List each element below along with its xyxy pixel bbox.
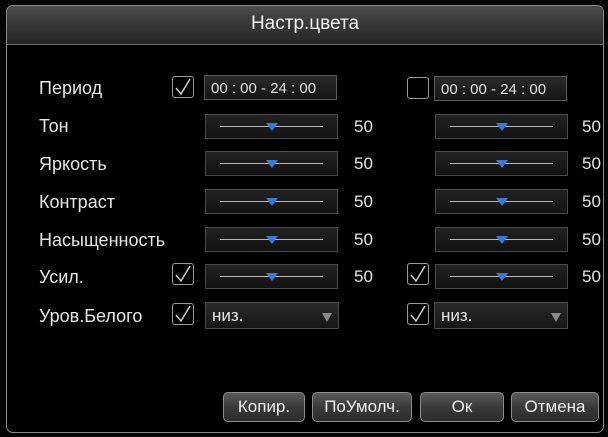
white-level-label: Уров.Белого xyxy=(39,306,143,326)
white-level-ch1-selected: низ. xyxy=(212,306,244,325)
copy-button[interactable]: Копир. xyxy=(223,392,305,422)
cancel-button[interactable]: Отмена xyxy=(511,392,599,422)
brightness-ch1-slider[interactable] xyxy=(205,151,338,176)
gain-ch2-slider[interactable] xyxy=(435,264,568,289)
brightness-label: Яркость xyxy=(39,154,107,174)
saturation-label: Насыщенность xyxy=(39,230,166,250)
dialog-frame: Настр.цвета xyxy=(6,5,604,433)
gain-ch1-checkbox[interactable] xyxy=(172,263,194,285)
contrast-ch1-value: 50 xyxy=(354,192,373,211)
tone-ch2-value: 50 xyxy=(582,117,601,136)
color-settings-dialog: Настр.цвета Период 00 : 00 - 24 : 00 00 … xyxy=(0,0,608,437)
saturation-ch1-slider[interactable] xyxy=(205,227,338,252)
brightness-ch1-value: 50 xyxy=(354,154,373,173)
period-ch1-time-input[interactable]: 00 : 00 - 24 : 00 xyxy=(204,75,337,100)
default-button[interactable]: ПоУмолч. xyxy=(312,392,412,422)
tone-ch1-value: 50 xyxy=(354,117,373,136)
white-level-ch2-select[interactable]: низ. xyxy=(434,302,568,329)
tone-ch2-slider[interactable] xyxy=(435,114,568,139)
slider-thumb[interactable] xyxy=(265,160,278,168)
saturation-ch2-slider[interactable] xyxy=(435,227,568,252)
checkmark-icon xyxy=(175,78,191,96)
dialog-title: Настр.цвета xyxy=(250,13,360,34)
period-ch2-time-input[interactable]: 00 : 00 - 24 : 00 xyxy=(434,76,567,101)
ok-button[interactable]: Ок xyxy=(420,392,504,422)
period-ch1-checkbox[interactable] xyxy=(172,76,194,98)
white-level-ch1-select[interactable]: низ. xyxy=(205,302,339,329)
slider-thumb[interactable] xyxy=(265,273,278,281)
slider-thumb[interactable] xyxy=(495,273,508,281)
gain-ch1-value: 50 xyxy=(354,267,373,286)
brightness-ch2-slider[interactable] xyxy=(435,151,568,176)
white-level-ch2-selected: низ. xyxy=(441,306,473,325)
checkmark-icon xyxy=(410,305,426,323)
white-level-ch1-checkbox[interactable] xyxy=(172,303,194,325)
saturation-ch2-value: 50 xyxy=(582,230,601,249)
gain-ch1-slider[interactable] xyxy=(205,264,338,289)
tone-label: Тон xyxy=(39,116,69,136)
period-ch2-checkbox[interactable] xyxy=(407,77,429,99)
contrast-ch1-slider[interactable] xyxy=(205,189,338,214)
contrast-label: Контраст xyxy=(39,192,115,212)
saturation-ch1-value: 50 xyxy=(354,230,373,249)
contrast-ch2-slider[interactable] xyxy=(435,189,568,214)
white-level-ch2-checkbox[interactable] xyxy=(407,303,429,325)
gain-ch2-value: 50 xyxy=(582,267,601,286)
slider-thumb[interactable] xyxy=(265,198,278,206)
gain-label: Усил. xyxy=(39,267,84,287)
slider-thumb[interactable] xyxy=(265,123,278,131)
dropdown-arrow-icon xyxy=(551,313,561,322)
checkmark-icon xyxy=(175,265,191,283)
dropdown-arrow-icon xyxy=(322,313,332,322)
period-label: Период xyxy=(39,78,103,98)
checkmark-icon xyxy=(175,305,191,323)
slider-thumb[interactable] xyxy=(495,198,508,206)
gain-ch2-checkbox[interactable] xyxy=(407,263,429,285)
contrast-ch2-value: 50 xyxy=(582,192,601,211)
slider-thumb[interactable] xyxy=(265,236,278,244)
slider-thumb[interactable] xyxy=(495,236,508,244)
title-bar[interactable]: Настр.цвета xyxy=(7,6,603,45)
checkmark-icon xyxy=(410,265,426,283)
tone-ch1-slider[interactable] xyxy=(205,114,338,139)
slider-thumb[interactable] xyxy=(495,160,508,168)
slider-thumb[interactable] xyxy=(495,123,508,131)
brightness-ch2-value: 50 xyxy=(582,154,601,173)
